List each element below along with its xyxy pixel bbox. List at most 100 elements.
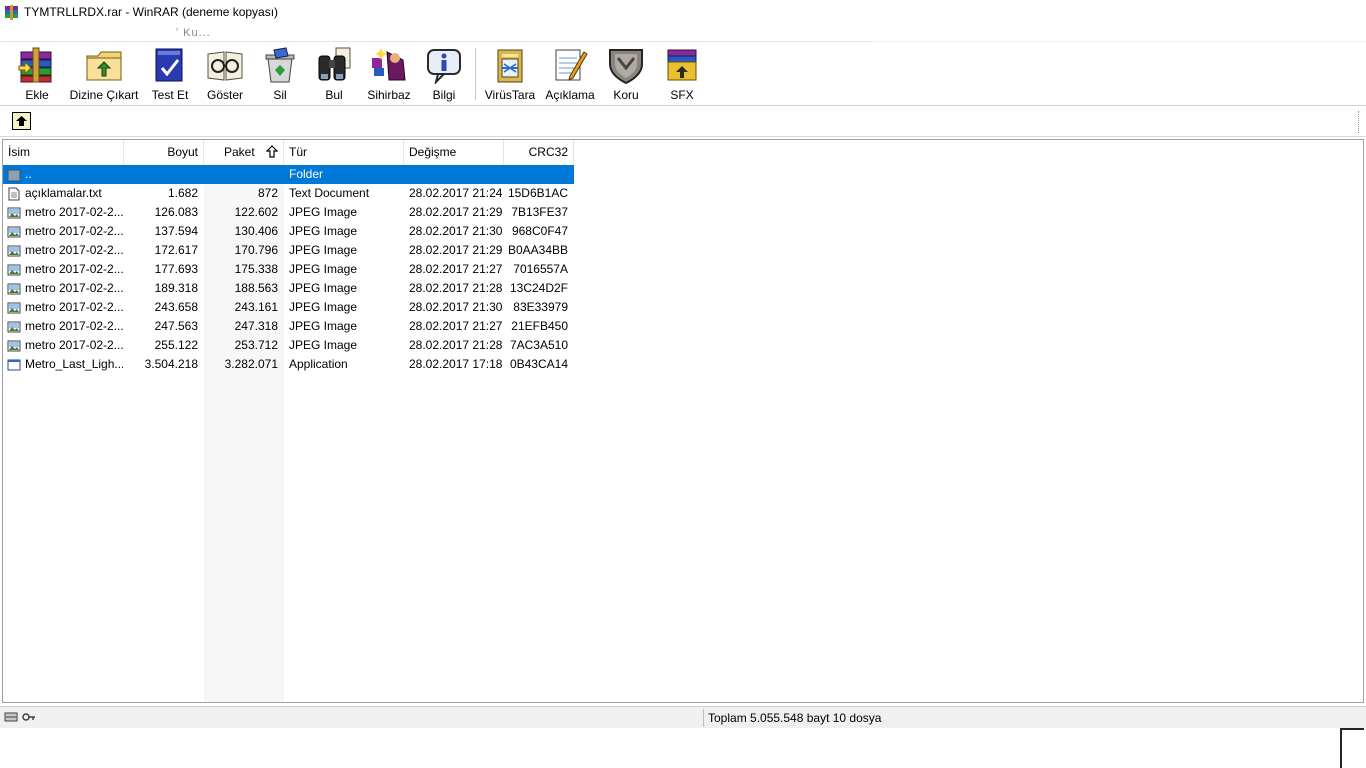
file-list[interactable]: İsim Boyut Paket Tür Değişme CRC32 .. Fol… (2, 139, 1364, 703)
file-row[interactable]: metro 2017-02-2... 126.083 122.602 JPEG Ima… (3, 203, 573, 222)
view-button[interactable]: Göster (204, 46, 246, 104)
toolbar-separator (475, 48, 476, 100)
image-file-icon (7, 244, 25, 258)
file-name-cell: metro 2017-02-2... (3, 336, 123, 355)
sfx-button[interactable]: SFX (662, 46, 702, 104)
image-file-icon (7, 225, 25, 239)
column-header-name[interactable]: İsim (3, 140, 124, 164)
status-total: Toplam 5.055.548 bayt 10 dosya (708, 711, 882, 725)
delete-button[interactable]: Sil (260, 46, 300, 104)
file-name: metro 2017-02-2... (25, 300, 123, 314)
file-row[interactable]: metro 2017-02-2... 177.693 175.338 JPEG Ima… (3, 260, 573, 279)
image-file-icon (7, 206, 25, 220)
application-icon (7, 358, 25, 372)
add-button[interactable]: Ekle (14, 46, 60, 104)
file-type: JPEG Image (289, 243, 358, 257)
up-folder-button[interactable] (12, 112, 31, 130)
file-crc: 7AC3A510 (509, 338, 568, 352)
desktop-area (0, 728, 1366, 768)
file-type: JPEG Image (289, 281, 358, 295)
parent-folder-row[interactable]: .. Folder (3, 165, 574, 184)
books-archive-icon (17, 46, 57, 84)
file-crc: 7016557A (513, 262, 568, 276)
winrar-window: TYMTRLLRDX.rar - WinRAR (deneme kopyası)… (0, 0, 1366, 768)
address-grip[interactable] (1358, 111, 1360, 133)
file-crc: 13C24D2F (509, 281, 568, 295)
file-size: 1.682 (167, 186, 198, 200)
file-size: 3.504.218 (144, 357, 198, 371)
key-icon[interactable] (22, 711, 36, 723)
file-row[interactable]: metro 2017-02-2... 137.594 130.406 JPEG Ima… (3, 222, 573, 241)
protect-button[interactable]: Koru (606, 46, 646, 104)
column-header-packed[interactable]: Paket (204, 140, 284, 164)
column-header-crc[interactable]: CRC32 (504, 140, 574, 164)
status-divider (703, 709, 704, 727)
file-packed-size: 130.406 (234, 224, 278, 238)
file-modified: 28.02.2017 21:29 (409, 205, 503, 219)
binoculars-icon (314, 46, 354, 84)
file-packed-size: 872 (257, 186, 278, 200)
file-crc: 21EFB450 (511, 319, 568, 333)
file-crc: B0AA34BB (507, 243, 568, 257)
file-packed-size: 243.161 (234, 300, 278, 314)
sort-ascending-icon (266, 145, 278, 158)
drive-icon[interactable] (4, 711, 18, 723)
file-name-cell: metro 2017-02-2... (3, 317, 123, 336)
status-bar: Toplam 5.055.548 bayt 10 dosya (0, 706, 1366, 728)
find-button[interactable]: Bul (314, 46, 354, 104)
wizard-button[interactable]: Sihirbaz (366, 46, 412, 104)
file-size: 177.693 (154, 262, 198, 276)
file-size: 137.594 (154, 224, 198, 238)
title-bar[interactable]: TYMTRLLRDX.rar - WinRAR (deneme kopyası) (0, 0, 1366, 24)
file-packed-size: 247.318 (234, 319, 278, 333)
file-packed-size: 122.602 (234, 205, 278, 219)
file-name: metro 2017-02-2... (25, 338, 123, 352)
column-header-packed-label: Paket (224, 145, 255, 159)
test-button-label: Test Et (151, 88, 189, 102)
file-size: 189.318 (154, 281, 198, 295)
column-header-type[interactable]: Tür (284, 140, 404, 164)
text-file-icon (7, 187, 25, 201)
file-crc: 83E33979 (513, 300, 568, 314)
extract-button[interactable]: Dizine Çıkart (68, 46, 140, 104)
find-button-label: Bul (325, 88, 343, 102)
file-modified: 28.02.2017 21:24 (409, 186, 503, 200)
file-type: JPEG Image (289, 300, 358, 314)
comment-pen-icon (550, 46, 590, 84)
column-header-size[interactable]: Boyut (124, 140, 204, 164)
file-type: JPEG Image (289, 319, 358, 333)
file-crc: 968C0F47 (511, 224, 568, 238)
toolbar: Ekle Dizine Çıkart Test Et Göster Sil Bu… (0, 42, 1366, 106)
comment-button[interactable]: Açıklama (544, 46, 596, 104)
file-row[interactable]: metro 2017-02-2... 172.617 170.796 JPEG Ima… (3, 241, 573, 260)
file-crc (503, 165, 573, 184)
file-crc: 7B13FE37 (511, 205, 568, 219)
column-header-modified[interactable]: Değişme (404, 140, 504, 164)
file-row[interactable]: açıklamalar.txt 1.682 872 Text Document 28.0… (3, 184, 573, 203)
file-row[interactable]: metro 2017-02-2... 243.658 243.161 JPEG Ima… (3, 298, 573, 317)
virus-scan-button-label: VirüsTara (484, 88, 536, 102)
menu-bar: ʹ Ku... (0, 24, 1366, 42)
folder-extract-icon (84, 46, 124, 84)
file-name-cell: metro 2017-02-2... (3, 222, 123, 241)
test-button[interactable]: Test Et (150, 46, 190, 104)
file-name: metro 2017-02-2... (25, 319, 123, 333)
file-row[interactable]: metro 2017-02-2... 189.318 188.563 JPEG Ima… (3, 279, 573, 298)
sfx-box-icon (662, 46, 702, 84)
file-row[interactable]: metro 2017-02-2... 255.122 253.712 JPEG Ima… (3, 336, 573, 355)
file-row[interactable]: Metro_Last_Ligh... 3.504.218 3.282.071 Appl… (3, 355, 573, 374)
file-name: .. (25, 167, 32, 181)
corner-mark (1340, 728, 1364, 768)
file-modified: 28.02.2017 21:27 (409, 319, 503, 333)
file-size: 172.617 (154, 243, 198, 257)
file-type: JPEG Image (289, 205, 358, 219)
file-name-cell: metro 2017-02-2... (3, 279, 123, 298)
file-type: Folder (289, 167, 324, 181)
file-modified: 28.02.2017 21:29 (409, 243, 503, 257)
image-file-icon (7, 320, 25, 334)
file-name-cell: metro 2017-02-2... (3, 260, 123, 279)
virus-scan-button[interactable]: VirüsTara (485, 46, 535, 104)
file-row[interactable]: metro 2017-02-2... 247.563 247.318 JPEG Ima… (3, 317, 573, 336)
file-name-cell: .. (3, 165, 123, 184)
info-button[interactable]: Bilgi (426, 46, 462, 104)
